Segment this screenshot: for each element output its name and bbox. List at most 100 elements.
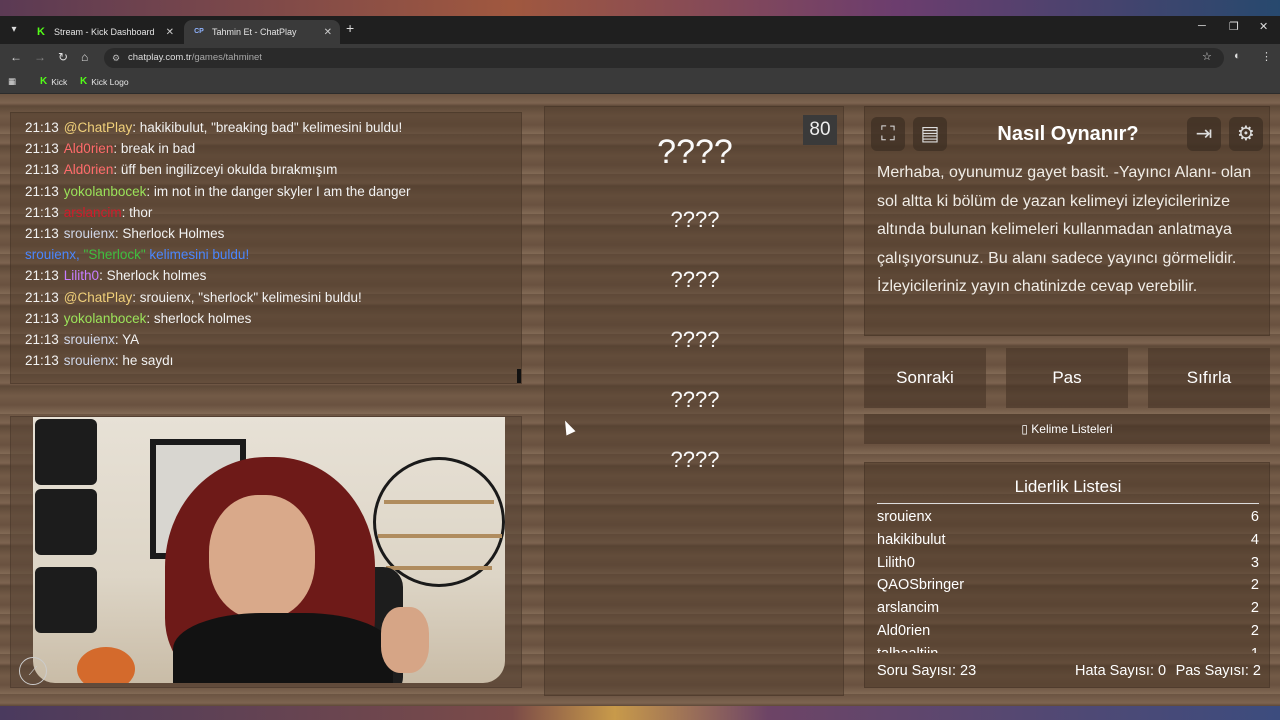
notebook-icon: ▯ xyxy=(1021,422,1032,436)
leaderboard-list[interactable]: srouienx 6 hakikibulut 4 Lilith0 3 QAOSbringer… xyxy=(865,509,1271,653)
chat-username[interactable]: Ald0rien xyxy=(64,141,114,156)
chat-text: : Sherlock Holmes xyxy=(114,225,225,241)
tab-chatplay[interactable]: CP Tahmin Et - ChatPlay ✕ xyxy=(184,20,340,44)
player-name: talhaaltiin xyxy=(877,646,938,653)
target-word: ???? xyxy=(657,133,733,171)
round-shelf xyxy=(373,457,505,587)
chat-timestamp: 21:13 xyxy=(25,141,59,157)
site-info-icon[interactable]: ⚙ xyxy=(112,48,120,68)
chat-username[interactable]: @ChatPlay xyxy=(64,290,132,305)
chat-text: : thor xyxy=(121,204,153,220)
chat-message: 21:13 srouienx: YA xyxy=(25,329,507,350)
chat-timestamp: 21:13 xyxy=(25,310,59,326)
player-name: Ald0rien xyxy=(877,623,931,639)
chat-username[interactable]: srouienx xyxy=(64,353,115,368)
desktop-wallpaper-bottom xyxy=(0,706,1280,720)
close-tab-icon[interactable]: ✕ xyxy=(324,27,332,38)
tab-kick-dashboard[interactable]: K Stream - Kick Dashboard ✕ xyxy=(26,20,182,44)
pass-button[interactable]: Pas xyxy=(1006,348,1128,408)
chat-username[interactable]: @ChatPlay xyxy=(64,120,132,135)
reload-icon[interactable]: ↻ xyxy=(58,50,68,64)
player-name: arslancim xyxy=(877,600,940,617)
reset-button[interactable]: Sıfırla xyxy=(1148,348,1270,408)
leaderboard-row: arslancim 2 xyxy=(877,600,1259,616)
player-score: 3 xyxy=(1250,554,1259,571)
apps-grid-icon[interactable]: ▦ xyxy=(8,76,16,87)
next-button[interactable]: Sonraki xyxy=(864,348,986,408)
chat-text: : srouienx, "sherlock" kelimesini buldu! xyxy=(132,289,362,305)
player-name: QAOSbringer xyxy=(877,577,965,594)
url-path: /games/tahminet xyxy=(191,52,262,63)
player-name: srouienx xyxy=(877,509,932,525)
chat-text: : sherlock holmes xyxy=(146,310,252,326)
chat-text: : break in bad xyxy=(113,141,196,157)
leaderboard-panel: Liderlik Listesi srouienx 6 hakikibulut 4 Li… xyxy=(864,462,1270,688)
new-tab-icon[interactable]: + xyxy=(346,20,354,36)
bookmark-kick[interactable]: K Kick xyxy=(40,76,67,87)
chat-message: 21:13 @ChatPlay: hakikibulut, "breaking b… xyxy=(25,117,507,138)
cat-art-frame xyxy=(35,419,97,485)
player-score: 2 xyxy=(1250,600,1259,617)
forbidden-word: ???? xyxy=(670,387,720,412)
home-icon[interactable]: ⌂ xyxy=(81,50,88,64)
chat-message: 21:13 yokolanbocek: im not in the danger … xyxy=(25,181,507,202)
chat-username[interactable]: arslancim xyxy=(64,205,122,220)
bookmarks-bar: ▦ K Kick K Kick Logo xyxy=(0,72,1280,94)
kick-icon: K xyxy=(37,26,45,38)
chat-timestamp: 21:13 xyxy=(25,225,59,241)
webcam-feed xyxy=(33,417,505,683)
forbidden-word: ???? xyxy=(670,447,720,472)
chat-message: 21:13 srouienx: Sherlock Holmes xyxy=(25,223,507,244)
back-icon[interactable]: ← xyxy=(10,50,22,64)
address-bar[interactable]: ⚙ chatplay.com.tr/games/tahminet xyxy=(104,48,1224,68)
browser-menu-icon[interactable]: ⋮ xyxy=(1261,50,1272,63)
chat-username[interactable]: yokolanbocek xyxy=(64,184,147,199)
bookmark-star-icon[interactable]: ☆ xyxy=(1202,50,1212,63)
player-score: 1 xyxy=(1251,646,1259,653)
chat-scrollbar[interactable] xyxy=(517,369,521,383)
wand-icon[interactable]: ⟋ xyxy=(19,657,47,685)
chat-panel: 21:13 @ChatPlay: hakikibulut, "breaking b… xyxy=(10,112,522,384)
kick-icon: K xyxy=(80,76,88,87)
chat-username[interactable]: srouienx, xyxy=(25,247,80,262)
settings-gear-icon[interactable]: ⚙ xyxy=(1229,117,1263,151)
player-score: 2 xyxy=(1250,577,1259,594)
close-tab-icon[interactable]: ✕ xyxy=(166,27,174,38)
tab-title: Stream - Kick Dashboard xyxy=(54,27,155,37)
question-count: Soru Sayısı: 23 xyxy=(877,663,977,679)
chat-username[interactable]: srouienx xyxy=(64,332,115,347)
forbidden-word: ???? xyxy=(670,267,720,292)
chat-username[interactable]: Ald0rien xyxy=(64,162,114,177)
maximize-icon[interactable]: ❐ xyxy=(1229,20,1239,33)
player-score: 2 xyxy=(1250,623,1259,639)
url-host: chatplay.com.tr xyxy=(128,52,192,63)
chat-timestamp: 21:13 xyxy=(25,162,59,178)
chat-text: kelimesini buldu! xyxy=(145,247,250,263)
minimize-icon[interactable]: ─ xyxy=(1198,20,1206,32)
leaderboard-row: srouienx 6 xyxy=(877,509,1259,525)
leaderboard-row: Ald0rien 2 xyxy=(877,623,1259,639)
streamer-face xyxy=(209,495,315,619)
leaderboard-row: talhaaltiin 1 xyxy=(877,646,1259,653)
chat-username[interactable]: yokolanbocek xyxy=(64,311,147,326)
webcam-panel: ⟋ xyxy=(10,416,522,688)
bookmark-kick-logo[interactable]: K Kick Logo xyxy=(80,76,129,87)
chat-username[interactable]: srouienx xyxy=(64,226,115,241)
chat-timestamp: 21:13 xyxy=(25,289,59,305)
chat-username[interactable]: Lilith0 xyxy=(64,268,99,283)
leaderboard-row: hakikibulut 4 xyxy=(877,532,1259,548)
forward-icon[interactable]: → xyxy=(34,50,46,64)
extensions-icon[interactable]: ◐ xyxy=(1234,50,1241,62)
streamer-body xyxy=(173,613,393,683)
chat-timestamp: 21:13 xyxy=(25,120,59,135)
chat-text: : YA xyxy=(114,331,140,347)
player-name: hakikibulut xyxy=(877,531,946,548)
forbidden-word: ???? xyxy=(670,327,720,352)
found-word: "Sherlock" xyxy=(79,247,146,263)
word-lists-button[interactable]: ▯ Kelime Listeleri xyxy=(864,414,1270,444)
tab-search-icon[interactable]: ▾ xyxy=(6,22,22,38)
chat-timestamp: 21:13 xyxy=(25,331,59,347)
close-window-icon[interactable]: ✕ xyxy=(1259,20,1268,33)
chat-message: 21:13 @ChatPlay: srouienx, "sherlock" kel… xyxy=(25,287,507,308)
logout-icon[interactable]: ⇥ xyxy=(1187,117,1221,151)
